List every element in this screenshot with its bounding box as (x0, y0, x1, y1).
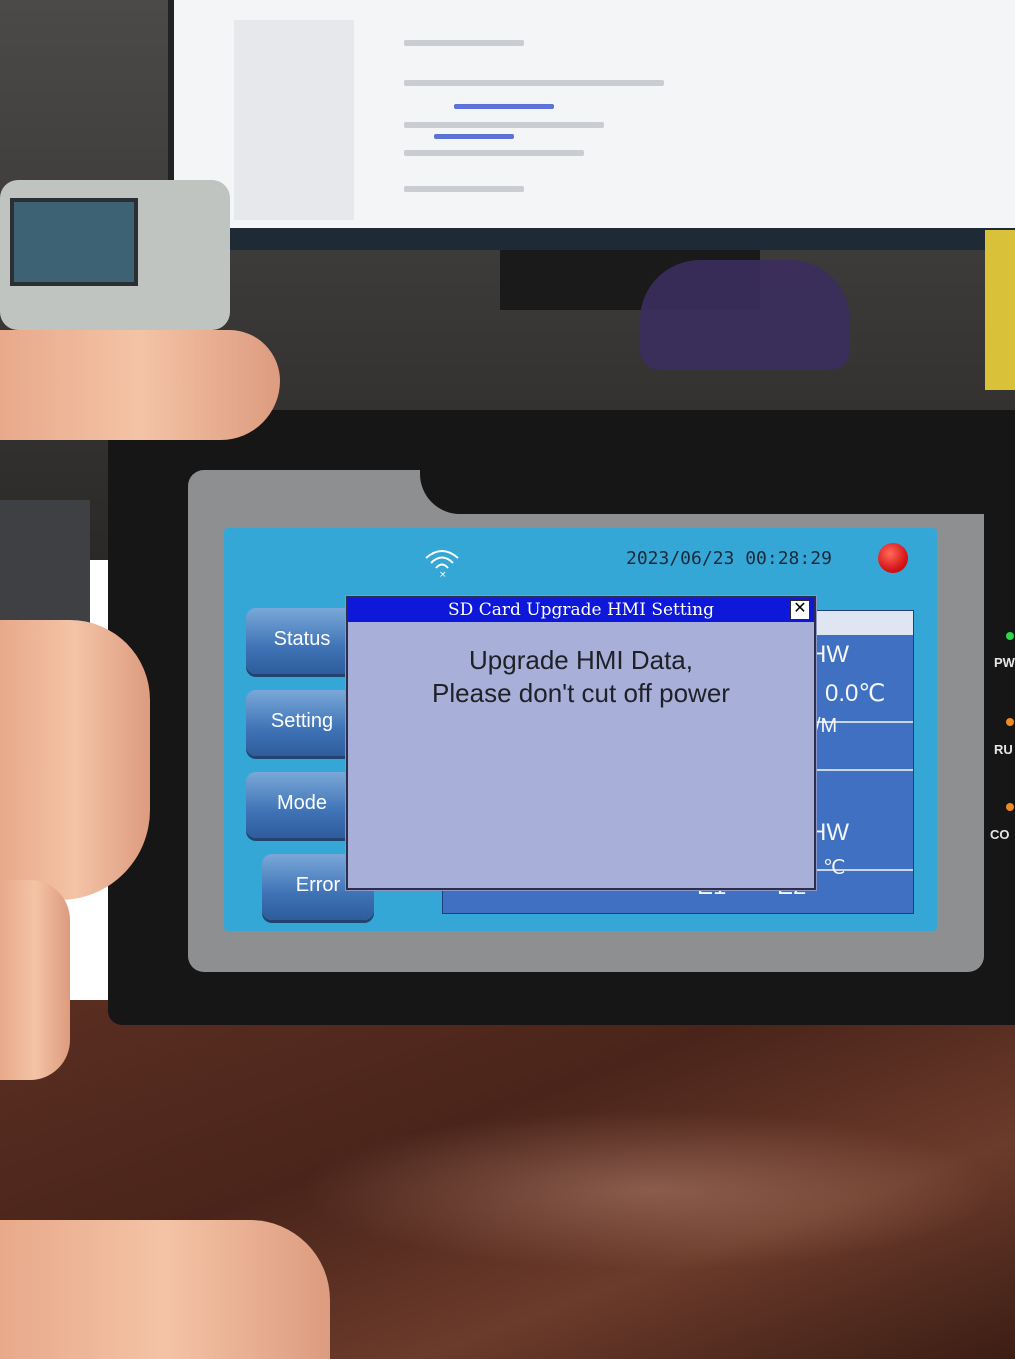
dialog-message: Upgrade HMI Data, Please don't cut off p… (348, 644, 814, 710)
close-icon[interactable]: ✕ (790, 600, 810, 620)
dialog-title: SD Card Upgrade HMI Setting (348, 598, 814, 622)
power-led-label: PW (994, 655, 1015, 670)
background-object (640, 260, 850, 370)
desk-phone (0, 180, 230, 330)
background-object (985, 230, 1015, 390)
thumb (0, 1220, 330, 1359)
row1-temperature: 0.0℃ (825, 680, 886, 707)
photo-scene: PW RU CO × 2023/06/23 00:28:29 Status Se… (0, 0, 1015, 1359)
comm-led (1006, 803, 1014, 811)
alarm-indicator-icon[interactable] (878, 543, 908, 573)
finger-top (0, 330, 280, 440)
datetime-display: 2023/06/23 00:28:29 (626, 548, 832, 569)
hmi-screen: × 2023/06/23 00:28:29 Status Setting Mod… (224, 528, 937, 931)
mode-button[interactable]: Mode (246, 772, 358, 838)
sd-upgrade-dialog: SD Card Upgrade HMI Setting ✕ Upgrade HM… (346, 596, 816, 890)
row2-temperature: ℃ (823, 857, 846, 879)
svg-text:×: × (439, 570, 447, 578)
run-led-label: RU (994, 742, 1013, 757)
wifi-signal-icon: × (425, 550, 459, 578)
comm-led-label: CO (990, 827, 1010, 842)
row1-label: /M (815, 715, 838, 737)
run-led (1006, 718, 1014, 726)
finger-bottom (0, 880, 70, 1080)
background-monitor (168, 0, 1015, 250)
status-button[interactable]: Status (246, 608, 358, 674)
power-led (1006, 632, 1014, 640)
setting-button[interactable]: Setting (246, 690, 358, 756)
finger-middle (0, 620, 150, 900)
bezel-notch (420, 470, 984, 514)
dialog-message-line2: Please don't cut off power (432, 678, 730, 708)
dialog-message-line1: Upgrade HMI Data, (469, 645, 693, 675)
